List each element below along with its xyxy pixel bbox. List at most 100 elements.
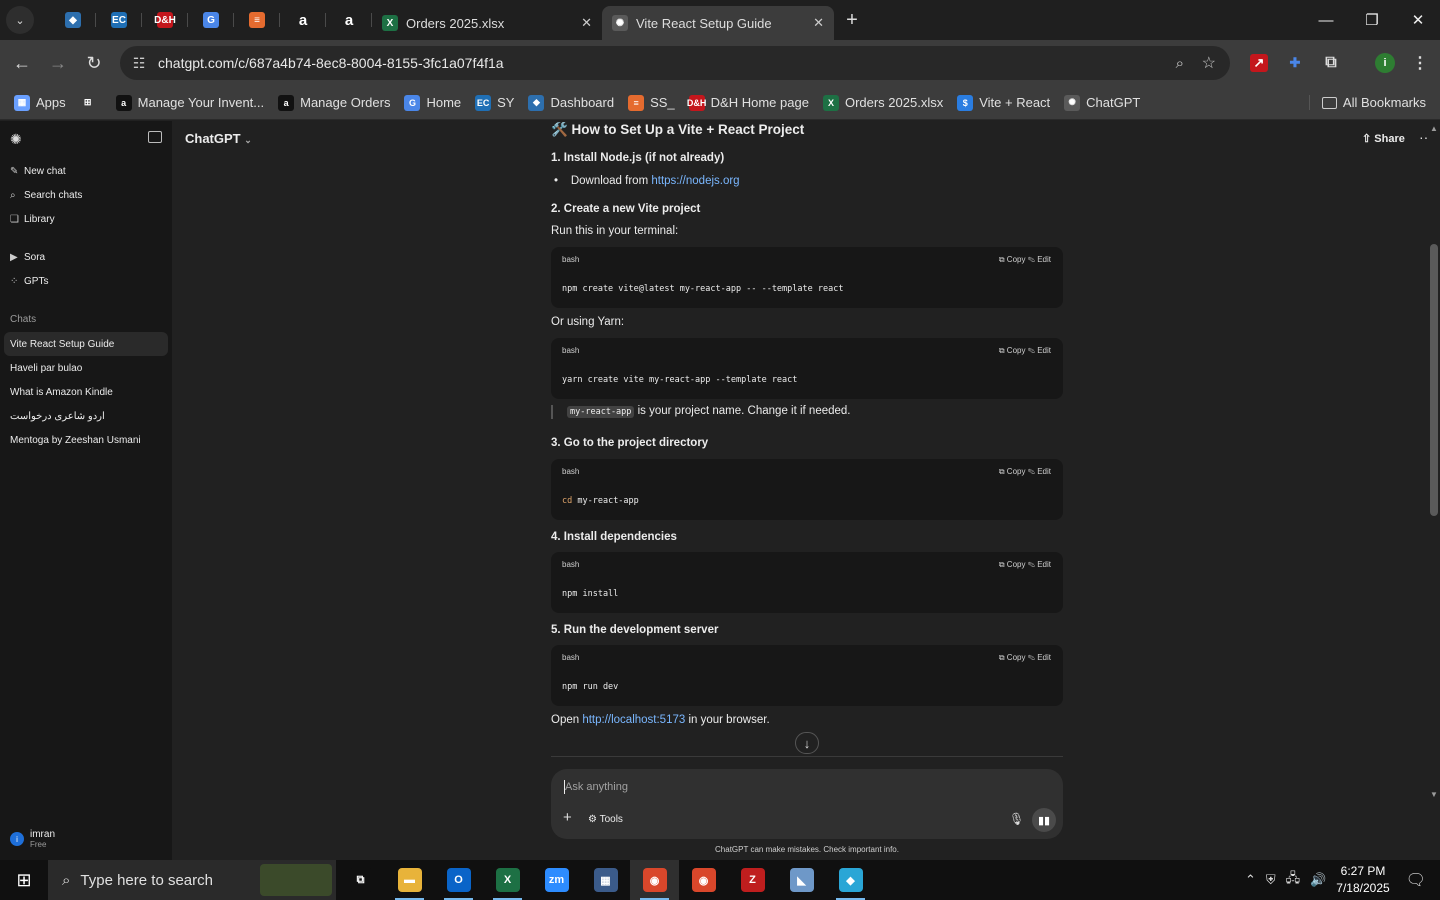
scroll-up-icon[interactable]: ▲: [1430, 124, 1438, 133]
scrollbar-thumb[interactable]: [1430, 244, 1438, 516]
taskbar-app[interactable]: O: [434, 860, 483, 900]
tab-search-chevron-icon[interactable]: ⌄: [6, 6, 34, 34]
chat-item[interactable]: Haveli par bulao: [4, 356, 168, 380]
code-arg: my-react-app: [572, 496, 639, 506]
bookmark-item[interactable]: G Home: [404, 94, 461, 111]
pinned-tab[interactable]: ≡: [234, 0, 280, 40]
prompt-input[interactable]: Ask anything: [565, 781, 628, 793]
bookmark-item[interactable]: X Orders 2025.xlsx: [822, 94, 943, 111]
reload-icon[interactable]: ↻: [76, 45, 112, 81]
taskbar-app[interactable]: Z: [728, 860, 777, 900]
nodejs-link[interactable]: https://nodejs.org: [651, 175, 739, 187]
chat-item[interactable]: اردو شاعری درخواست: [4, 404, 168, 428]
excel-icon: X: [382, 15, 398, 31]
network-icon[interactable]: 🖧: [1286, 869, 1301, 891]
taskbar-app[interactable]: ◉: [630, 860, 679, 900]
plus-icon[interactable]: +: [563, 809, 572, 826]
chat-item[interactable]: Vite React Setup Guide: [4, 332, 168, 356]
extension-red-icon[interactable]: ↗: [1250, 54, 1268, 72]
tab-vite-react-setup-guide[interactable]: ✺ Vite React Setup Guide ✕: [602, 6, 834, 40]
address-bar[interactable]: ☷ chatgpt.com/c/687a4b74-8ec8-8004-8155-…: [120, 46, 1230, 80]
security-icon[interactable]: ⛨: [1266, 872, 1276, 888]
bookmark-item[interactable]: ▦ Apps: [14, 94, 66, 111]
forward-arrow-icon[interactable]: →: [40, 45, 76, 81]
site-info-icon[interactable]: ☷: [124, 55, 154, 72]
bookmark-item[interactable]: ◆ Dashboard: [528, 94, 614, 111]
voice-mode-icon[interactable]: ▮▮: [1032, 808, 1056, 832]
clock[interactable]: 6:27 PM 7/18/2025: [1336, 863, 1389, 897]
taskbar-search[interactable]: ⌕ Type here to search: [48, 860, 336, 900]
sidebar-item-search-chats[interactable]: ⌕ Search chats: [10, 190, 82, 201]
close-icon[interactable]: ✕: [813, 15, 824, 31]
tab-orders-2025[interactable]: X Orders 2025.xlsx ✕: [372, 6, 602, 40]
extensions-puzzle-icon[interactable]: ⧉: [1316, 48, 1346, 78]
user-profile[interactable]: i imran Free: [10, 829, 55, 849]
zoom-icon[interactable]: ⌕: [1176, 55, 1184, 72]
tools-button[interactable]: ⚙ Tools: [588, 814, 623, 825]
minimize-icon[interactable]: —: [1303, 0, 1349, 40]
sidebar-item-gpts[interactable]: ⁘ GPTs: [10, 276, 48, 287]
close-icon[interactable]: ✕: [581, 15, 592, 31]
bookmark-star-icon[interactable]: ☆: [1202, 53, 1216, 73]
bookmark-item[interactable]: ≡ SS_: [628, 94, 675, 111]
chevron-up-icon[interactable]: ⌃: [1245, 872, 1256, 888]
scroll-down-arrow-icon[interactable]: ↓: [795, 732, 819, 754]
taskbar-app[interactable]: ⧉: [336, 860, 385, 900]
copy-edit-buttons[interactable]: ⧉ Copy ✎ Edit: [999, 346, 1051, 356]
volume-icon[interactable]: 🔊: [1310, 872, 1326, 888]
pinned-tab[interactable]: EC: [96, 0, 142, 40]
page-scrollbar[interactable]: ▲ ▼: [1428, 122, 1440, 800]
taskbar-app[interactable]: ◣: [777, 860, 826, 900]
sidebar-item-sora[interactable]: ▶ Sora: [10, 252, 45, 263]
chat-item[interactable]: Mentoga by Zeeshan Usmani: [4, 428, 168, 452]
pinned-tab[interactable]: ◆: [50, 0, 96, 40]
back-arrow-icon[interactable]: ←: [4, 45, 40, 81]
bookmark-item[interactable]: D&H D&H Home page: [687, 94, 809, 111]
restore-icon[interactable]: ❐: [1349, 0, 1395, 40]
profile-avatar[interactable]: i: [1375, 53, 1395, 73]
taskbar-app[interactable]: zm: [532, 860, 581, 900]
sidebar-item-library[interactable]: ❏ Library: [10, 214, 55, 225]
menu-kebab-icon[interactable]: ⋮: [1405, 48, 1435, 78]
bookmark-item[interactable]: a Manage Orders: [278, 94, 390, 111]
share-button[interactable]: ⇧ Share: [1362, 132, 1405, 145]
pinned-tab[interactable]: G: [188, 0, 234, 40]
new-tab-button[interactable]: +: [834, 3, 870, 37]
scroll-down-icon[interactable]: ▼: [1430, 790, 1438, 799]
composer[interactable]: Ask anything + ⚙ Tools 🎙 ▮▮: [551, 769, 1063, 839]
sidebar-toggle-icon[interactable]: [148, 131, 162, 143]
copy-edit-buttons[interactable]: ⧉ Copy ✎ Edit: [999, 653, 1051, 663]
extension-blue-icon[interactable]: ✚: [1280, 48, 1310, 78]
window-close-icon[interactable]: ✕: [1395, 0, 1440, 40]
taskbar-app[interactable]: X: [483, 860, 532, 900]
notification-icon[interactable]: 🗨: [1406, 870, 1426, 890]
windows-start-icon[interactable]: ⊞: [0, 860, 48, 900]
bookmark-item[interactable]: ⊞: [79, 94, 102, 111]
taskbar-app[interactable]: ▬: [385, 860, 434, 900]
play-icon: ▶: [10, 252, 18, 263]
bookmark-item[interactable]: ✺ ChatGPT: [1064, 94, 1140, 111]
pinned-tab[interactable]: D&H: [142, 0, 188, 40]
model-selector[interactable]: ChatGPT ⌄: [185, 131, 252, 146]
copy-edit-buttons[interactable]: ⧉ Copy ✎ Edit: [999, 255, 1051, 265]
calculator-icon: ▦: [593, 868, 618, 892]
bookmark-item[interactable]: $ Vite + React: [957, 94, 1050, 111]
taskbar-app[interactable]: ◉: [679, 860, 728, 900]
diamond-icon: ◆: [528, 94, 545, 111]
copy-edit-buttons[interactable]: ⧉ Copy ✎ Edit: [999, 467, 1051, 477]
all-bookmarks-button[interactable]: All Bookmarks: [1308, 95, 1426, 110]
taskbar-app[interactable]: ◆: [826, 860, 875, 900]
openai-logo-icon[interactable]: ✺: [10, 131, 22, 148]
localhost-link[interactable]: http://localhost:5173: [582, 714, 685, 726]
taskbar-app[interactable]: ▦: [581, 860, 630, 900]
bookmark-item[interactable]: a Manage Your Invent...: [115, 94, 264, 111]
chats-heading: Chats: [10, 314, 37, 325]
sidebar-item-new-chat[interactable]: ✎ New chat: [10, 166, 66, 177]
pinned-tab[interactable]: a: [326, 0, 372, 40]
bookmark-item[interactable]: EC SY: [475, 94, 514, 111]
microphone-icon[interactable]: 🎙: [1009, 812, 1024, 826]
chat-item[interactable]: What is Amazon Kindle: [4, 380, 168, 404]
url-text[interactable]: chatgpt.com/c/687a4b74-8ec8-8004-8155-3f…: [158, 55, 504, 71]
copy-edit-buttons[interactable]: ⧉ Copy ✎ Edit: [999, 560, 1051, 570]
pinned-tab[interactable]: a: [280, 0, 326, 40]
